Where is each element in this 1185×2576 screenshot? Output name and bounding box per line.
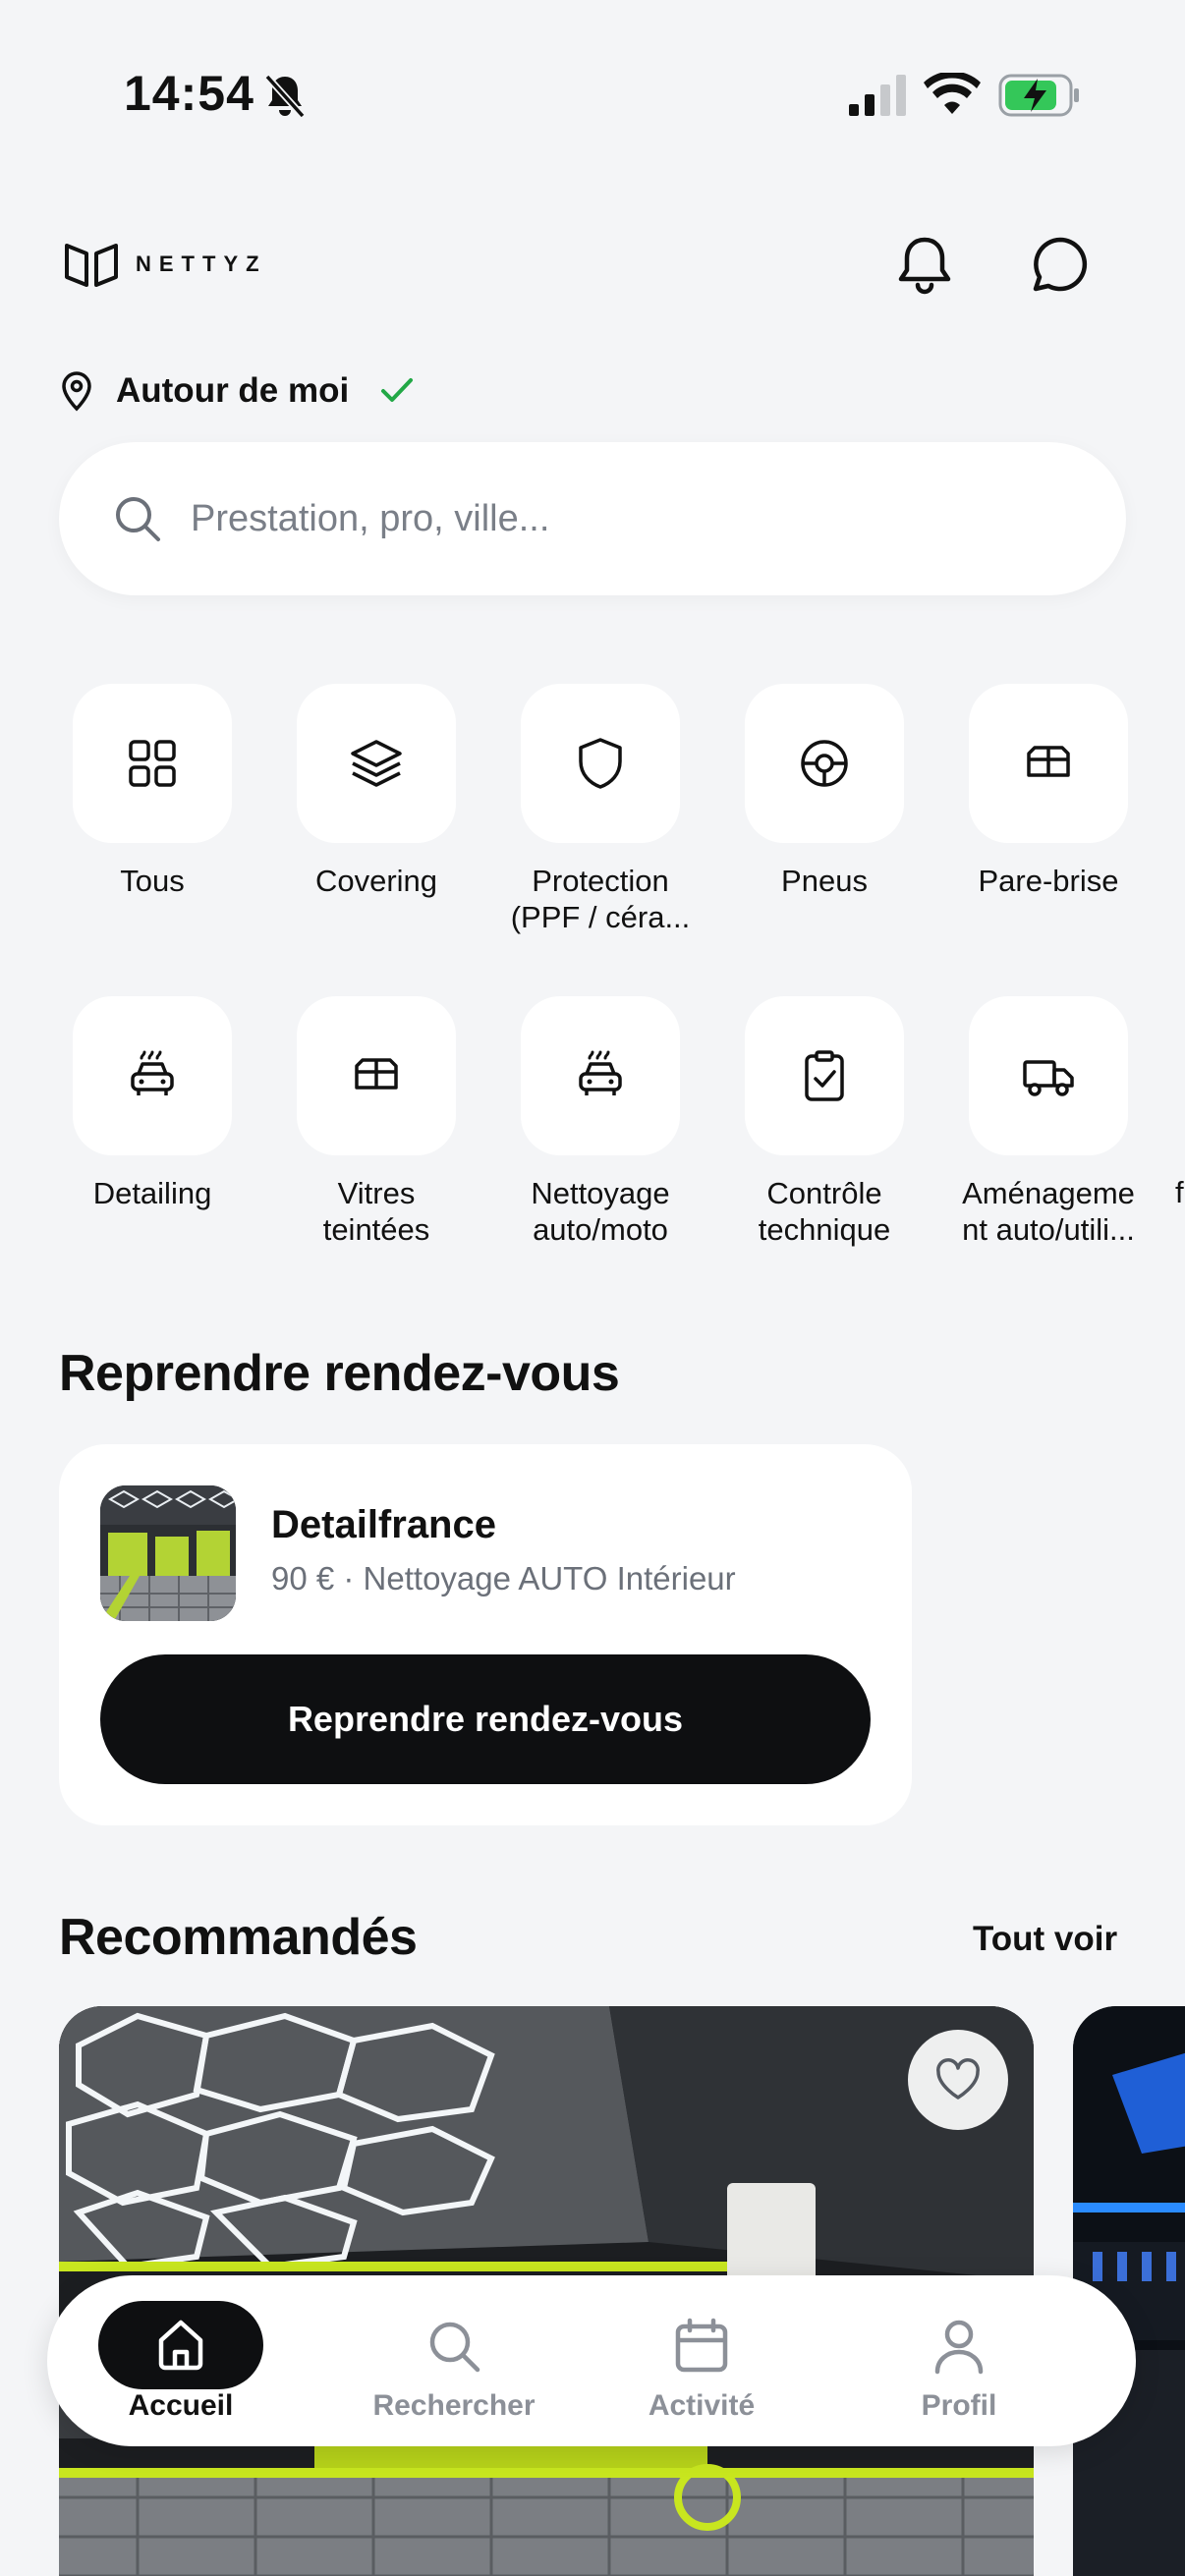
category-tile[interactable] xyxy=(297,996,456,1155)
category-tile[interactable] xyxy=(745,684,904,843)
category-detailing[interactable]: Detailing xyxy=(28,996,252,1291)
notifications-bell-icon[interactable] xyxy=(892,232,957,297)
category-tile[interactable] xyxy=(969,684,1128,843)
category-tile[interactable] xyxy=(745,996,904,1155)
category-pneus[interactable]: Pneus xyxy=(700,684,924,979)
location-label[interactable]: Autour de moi xyxy=(116,371,349,411)
tab-label: Profil xyxy=(921,2389,997,2422)
tab-activite[interactable]: Activité xyxy=(574,2275,829,2446)
category-label: Pare-brise xyxy=(978,864,1119,898)
tab-label: Activité xyxy=(648,2389,756,2422)
status-time: 14:54 xyxy=(124,66,254,121)
search-input[interactable] xyxy=(191,481,1055,556)
shield-icon xyxy=(579,738,622,789)
tinted-window-icon xyxy=(355,1058,398,1090)
category-tile[interactable] xyxy=(73,684,232,843)
category-label: Contrôle technique xyxy=(758,1176,891,1247)
provider-thumbnail xyxy=(100,1485,236,1621)
category-protection[interactable]: Protection (PPF / céra... xyxy=(476,684,700,979)
category-tile[interactable] xyxy=(297,684,456,843)
search-bar[interactable] xyxy=(59,442,1126,595)
car-wash-icon xyxy=(131,1050,174,1095)
bell-off-icon xyxy=(264,74,306,119)
provider-name: Detailfrance xyxy=(271,1503,496,1546)
service-subtitle: 90 € · Nettoyage AUTO Intérieur xyxy=(271,1560,736,1596)
category-label: Tous xyxy=(120,864,185,898)
category-label: Detailing xyxy=(92,1176,212,1210)
home-icon xyxy=(158,2320,203,2371)
truck-icon xyxy=(1023,1060,1074,1096)
tab-rechercher[interactable]: Rechercher xyxy=(326,2275,582,2446)
see-all-link[interactable]: Tout voir xyxy=(973,1920,1117,1959)
category-label: Vitres teintées xyxy=(322,1176,430,1247)
category-tile[interactable] xyxy=(521,996,680,1155)
category-label: Covering xyxy=(314,864,438,898)
tab-profil[interactable]: Profil xyxy=(831,2275,1087,2446)
wifi-icon xyxy=(924,73,981,114)
calendar-icon xyxy=(675,2318,728,2373)
cellular-signal-icon xyxy=(849,75,906,116)
category-label-partial: f xyxy=(1175,1175,1184,1209)
recommended-section-title: Recommandés xyxy=(59,1909,418,1966)
category-tous[interactable]: Tous xyxy=(28,684,252,979)
nettyz-logo-icon xyxy=(65,244,118,287)
layers-icon xyxy=(351,740,402,787)
search-icon xyxy=(429,2322,480,2373)
category-controle-technique[interactable]: Contrôle technique xyxy=(700,996,924,1291)
category-nettoyage[interactable]: Nettoyage auto/moto xyxy=(476,996,700,1291)
favorite-button[interactable] xyxy=(908,2030,1008,2130)
category-tile[interactable] xyxy=(521,684,680,843)
category-vitres-teintees[interactable]: Vitres teintées xyxy=(252,996,476,1291)
resume-section-title: Reprendre rendez-vous xyxy=(59,1345,620,1402)
user-icon xyxy=(934,2320,984,2375)
grid-icon xyxy=(129,740,176,787)
clipboard-check-icon xyxy=(805,1050,844,1101)
resume-booking-button[interactable]: Reprendre rendez-vous xyxy=(100,1654,871,1784)
battery-charging-icon xyxy=(998,74,1079,117)
tab-label: Rechercher xyxy=(372,2389,536,2422)
location-pin-icon[interactable] xyxy=(57,369,96,413)
resume-card[interactable]: Detailfrance 90 € · Nettoyage AUTO Intér… xyxy=(59,1444,912,1825)
tab-accueil[interactable]: Accueil xyxy=(45,2275,301,2446)
category-amenagement[interactable]: Aménageme nt auto/utili... xyxy=(924,996,1148,1291)
category-label: Nettoyage auto/moto xyxy=(531,1176,670,1247)
bottom-tab-bar: Accueil Rechercher Activité Profil xyxy=(47,2275,1136,2446)
category-label: Protection (PPF / céra... xyxy=(510,864,691,934)
heart-icon xyxy=(936,2058,980,2100)
category-tile[interactable] xyxy=(73,996,232,1155)
tire-icon xyxy=(801,740,848,787)
search-icon xyxy=(116,497,160,541)
garage-photo-icon xyxy=(100,1485,236,1621)
windshield-icon xyxy=(1027,746,1070,777)
messages-chat-icon[interactable] xyxy=(1028,232,1093,297)
category-label: Aménageme nt auto/utili... xyxy=(962,1176,1135,1247)
category-label: Pneus xyxy=(781,864,868,898)
category-pare-brise[interactable]: Pare-brise xyxy=(924,684,1148,979)
check-icon xyxy=(381,378,413,402)
tab-label: Accueil xyxy=(128,2389,234,2422)
car-wash-icon xyxy=(579,1050,622,1095)
category-tile[interactable] xyxy=(969,996,1128,1155)
brand-name: NETTYZ xyxy=(136,252,267,276)
category-covering[interactable]: Covering xyxy=(252,684,476,979)
